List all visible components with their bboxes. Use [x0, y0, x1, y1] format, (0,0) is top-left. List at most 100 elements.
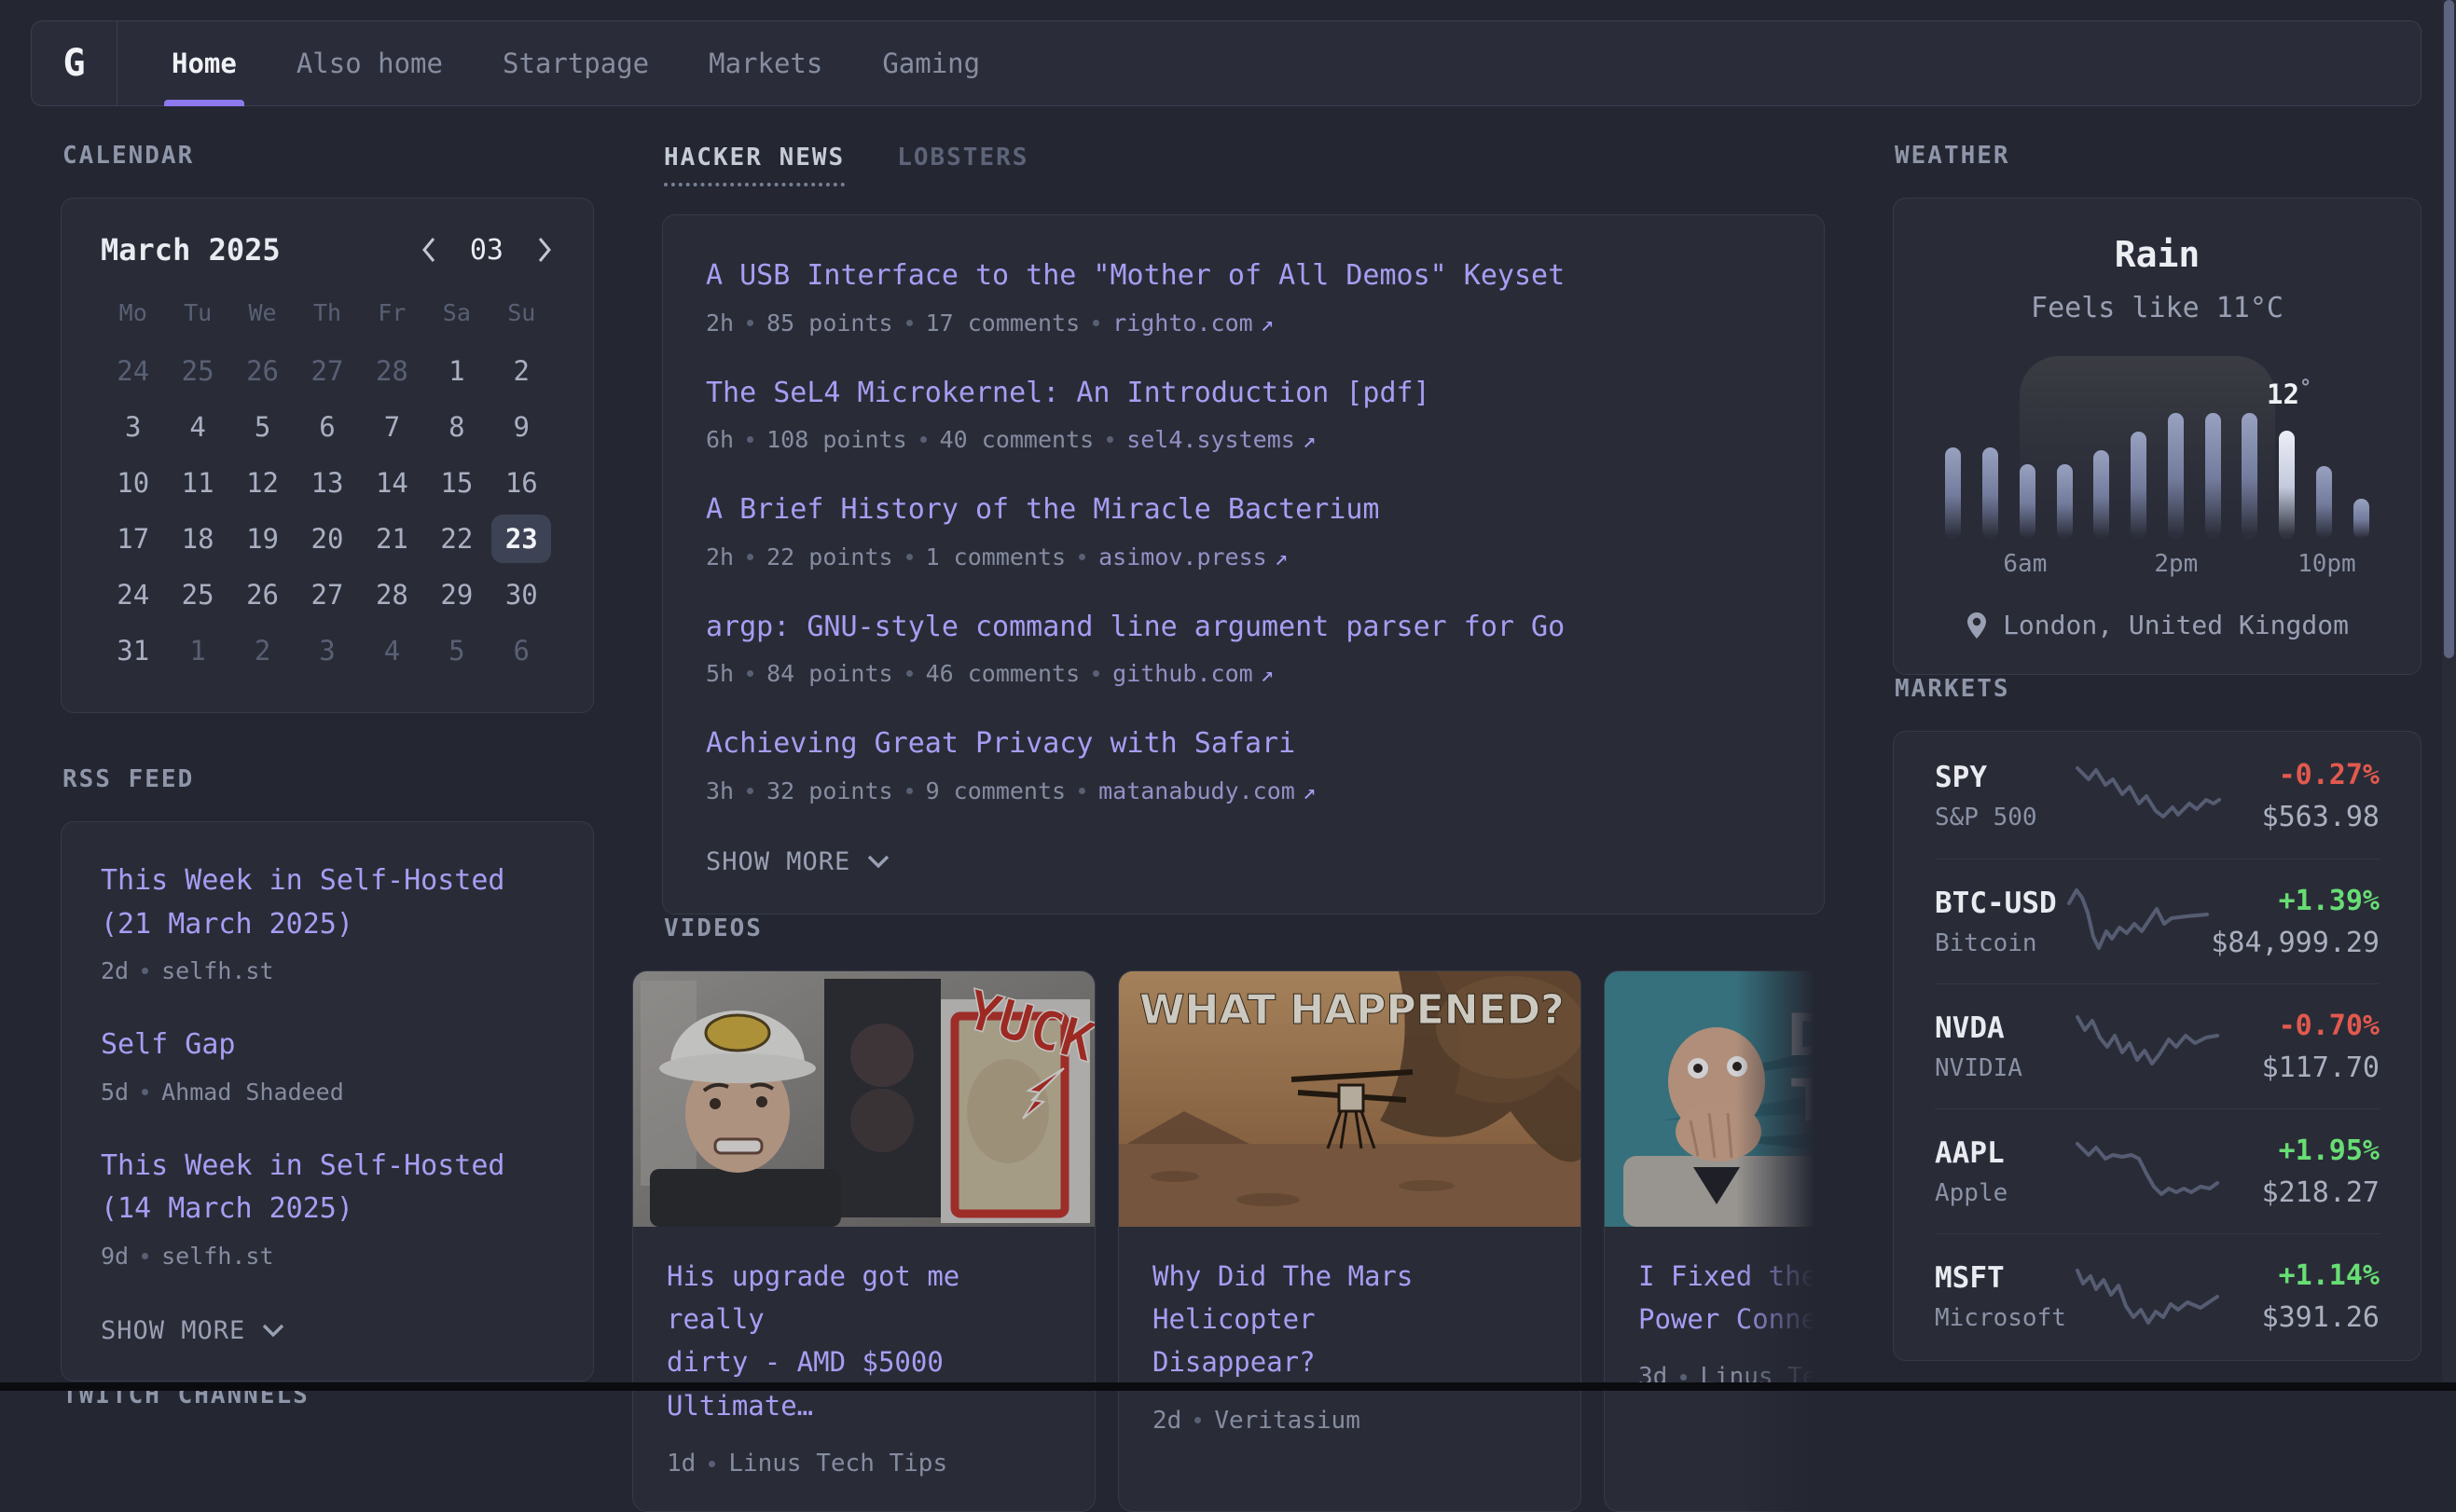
calendar-prev-icon[interactable]: [420, 235, 438, 265]
calendar-day[interactable]: 7: [362, 403, 421, 451]
calendar-day[interactable]: 5: [427, 626, 487, 675]
tab-lobsters[interactable]: LOBSTERS: [897, 144, 1028, 186]
calendar-day[interactable]: 27: [297, 347, 357, 395]
market-row-aapl[interactable]: AAPLApple +1.95%$218.27: [1935, 1108, 2380, 1233]
calendar-day[interactable]: 24: [103, 347, 163, 395]
calendar-day[interactable]: 26: [233, 347, 293, 395]
rss-item-title-link[interactable]: Self Gap: [101, 1024, 554, 1067]
window-bottom-edge: [0, 1382, 2456, 1391]
calendar-day[interactable]: 15: [427, 459, 487, 507]
calendar-day-selected[interactable]: 23: [491, 515, 551, 563]
calendar-day[interactable]: 1: [427, 347, 487, 395]
calendar-day[interactable]: 11: [168, 459, 228, 507]
temp-bar: [2168, 413, 2184, 539]
calendar-day[interactable]: 6: [491, 626, 551, 675]
news-source-link[interactable]: matanabudy.com↗: [1098, 777, 1316, 804]
video-title[interactable]: His upgrade got me really dirty - AMD $5…: [667, 1255, 1061, 1428]
calendar-day[interactable]: 17: [103, 515, 163, 563]
markets-widget: SPYS&P 500 -0.27%$563.98 BTC-USDBitcoin …: [1893, 731, 2422, 1361]
separator-dot: [1680, 1374, 1687, 1381]
calendar-day[interactable]: 13: [297, 459, 357, 507]
market-row-btc[interactable]: BTC-USDBitcoin +1.39%$84,999.29: [1935, 859, 2380, 983]
calendar-day[interactable]: 28: [362, 570, 421, 619]
top-nav-bar: G Home Also home Startpage Markets Gamin…: [31, 21, 2422, 106]
calendar-day[interactable]: 1: [168, 626, 228, 675]
calendar-day[interactable]: 4: [168, 403, 228, 451]
rss-show-more-button[interactable]: SHOW MORE: [101, 1316, 554, 1345]
video-card[interactable]: DO TH I Fixed the 5 Power C: [1604, 970, 1825, 1512]
app-logo[interactable]: G: [32, 21, 117, 105]
news-points: 22 points: [766, 543, 892, 570]
nav-tab-startpage[interactable]: Startpage: [503, 21, 649, 105]
calendar-day[interactable]: 16: [491, 459, 551, 507]
nav-tab-markets[interactable]: Markets: [709, 21, 822, 105]
calendar-day[interactable]: 24: [103, 570, 163, 619]
chevron-down-icon: [867, 855, 890, 868]
video-thumbnail-geek-squad-yuck[interactable]: YUCK: [633, 971, 1096, 1227]
calendar-day[interactable]: 29: [427, 570, 487, 619]
separator-dot: [747, 670, 753, 677]
calendar-day[interactable]: 6: [297, 403, 357, 451]
rss-feed-widget: This Week in Self-Hosted (21 March 2025)…: [61, 821, 594, 1381]
calendar-day[interactable]: 3: [297, 626, 357, 675]
calendar-day[interactable]: 19: [233, 515, 293, 563]
markets-heading: MARKETS: [1895, 675, 2422, 703]
market-name: Apple: [1935, 1179, 2072, 1207]
calendar-day[interactable]: 5: [233, 403, 293, 451]
calendar-day[interactable]: 25: [168, 570, 228, 619]
scrollbar-thumb[interactable]: [2444, 0, 2454, 658]
calendar-day[interactable]: 21: [362, 515, 421, 563]
calendar-next-icon[interactable]: [535, 235, 554, 265]
nav-tab-also-home[interactable]: Also home: [297, 21, 443, 105]
news-source-link[interactable]: github.com↗: [1112, 660, 1274, 687]
video-thumbnail-mars-helicopter[interactable]: WHAT HAPPENED?: [1119, 971, 1581, 1227]
calendar-day[interactable]: 28: [362, 347, 421, 395]
nav-tab-home[interactable]: Home: [172, 21, 237, 105]
video-card[interactable]: YUCK His upgrade got me really: [632, 970, 1096, 1512]
market-row-spy[interactable]: SPYS&P 500 -0.27%$563.98: [1935, 734, 2380, 859]
calendar-day[interactable]: 10: [103, 459, 163, 507]
video-title[interactable]: Why Did The Mars Helicopter Disappear?: [1152, 1255, 1547, 1384]
temp-bar: [2020, 464, 2035, 539]
news-title-link[interactable]: A USB Interface to the "Mother of All De…: [706, 254, 1781, 298]
nav-tab-gaming[interactable]: Gaming: [882, 21, 980, 105]
calendar-day[interactable]: 14: [362, 459, 421, 507]
video-thumbnail-power-connector[interactable]: DO TH: [1605, 971, 1825, 1227]
rss-item: This Week in Self-Hosted (14 March 2025)…: [101, 1145, 554, 1270]
calendar-day[interactable]: 12: [233, 459, 293, 507]
news-source-link[interactable]: righto.com↗: [1112, 309, 1274, 337]
news-show-more-button[interactable]: SHOW MORE: [706, 847, 1781, 876]
calendar-day[interactable]: 30: [491, 570, 551, 619]
news-title-link[interactable]: The SeL4 Microkernel: An Introduction [p…: [706, 372, 1781, 416]
rss-item-title-link[interactable]: This Week in Self-Hosted (14 March 2025): [101, 1145, 554, 1231]
news-title-link[interactable]: A Brief History of the Miracle Bacterium: [706, 488, 1781, 532]
news-age: 2h: [706, 543, 734, 570]
calendar-day[interactable]: 4: [362, 626, 421, 675]
news-title-link[interactable]: Achieving Great Privacy with Safari: [706, 722, 1781, 766]
calendar-day[interactable]: 20: [297, 515, 357, 563]
video-card[interactable]: WHAT HAPPENED? Why Did The Mars Helicopt…: [1118, 970, 1581, 1512]
calendar-day[interactable]: 8: [427, 403, 487, 451]
calendar-day[interactable]: 3: [103, 403, 163, 451]
calendar-day[interactable]: 25: [168, 347, 228, 395]
market-row-nvda[interactable]: NVDANVIDIA -0.70%$117.70: [1935, 983, 2380, 1108]
tab-hacker-news[interactable]: HACKER NEWS: [664, 144, 845, 186]
calendar-day[interactable]: 18: [168, 515, 228, 563]
calendar-day[interactable]: 2: [233, 626, 293, 675]
calendar-day[interactable]: 26: [233, 570, 293, 619]
calendar-day[interactable]: 31: [103, 626, 163, 675]
temp-bar: [1982, 447, 1998, 539]
video-title[interactable]: I Fixed the 5 Power Connect: [1638, 1255, 1825, 1341]
calendar-day[interactable]: 27: [297, 570, 357, 619]
temp-bar: [2093, 450, 2109, 539]
calendar-day[interactable]: 22: [427, 515, 487, 563]
news-title-link[interactable]: argp: GNU-style command line argument pa…: [706, 606, 1781, 650]
news-source-link[interactable]: asimov.press↗: [1098, 543, 1288, 570]
news-source-link[interactable]: sel4.systems↗: [1126, 426, 1316, 453]
rss-item-title-link[interactable]: This Week in Self-Hosted (21 March 2025): [101, 859, 554, 946]
rss-item-source: selfh.st: [161, 1243, 273, 1270]
market-row-msft[interactable]: MSFTMicrosoft +1.14%$391.26: [1935, 1233, 2380, 1358]
calendar-day[interactable]: 9: [491, 403, 551, 451]
video-age: 2d: [1152, 1407, 1181, 1435]
calendar-day[interactable]: 2: [491, 347, 551, 395]
